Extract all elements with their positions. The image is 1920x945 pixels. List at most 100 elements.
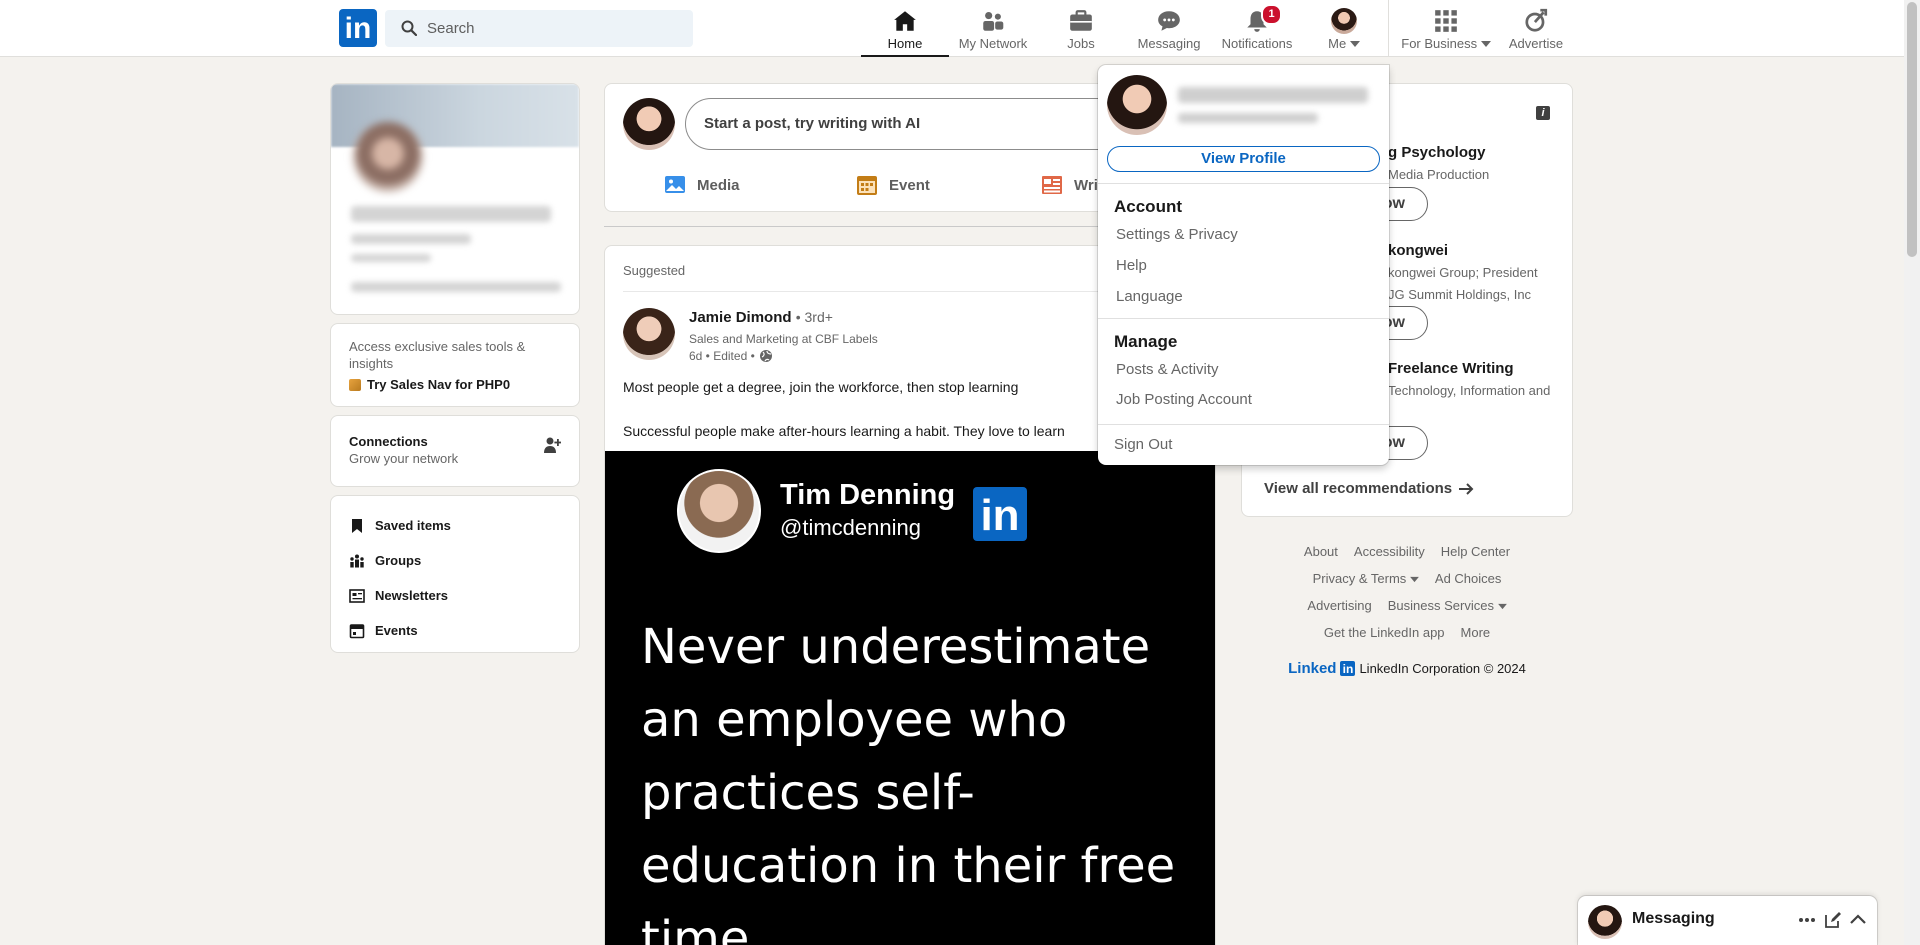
image-author-name: Tim Denning (780, 479, 956, 511)
compose-icon[interactable] (1823, 910, 1843, 930)
footer-link[interactable]: Business Services (1388, 598, 1507, 613)
compass-icon (1525, 8, 1548, 32)
groups-link[interactable]: Groups (349, 543, 561, 578)
nav-me-label: Me (1301, 36, 1387, 51)
nav-advertise[interactable]: Advertise (1496, 0, 1576, 57)
footer-link[interactable]: Advertising (1307, 598, 1371, 613)
search-box[interactable] (385, 10, 693, 47)
nav-me[interactable]: Me (1301, 0, 1387, 57)
newsletters-link[interactable]: Newsletters (349, 578, 561, 613)
copyright: Linked in LinkedIn Corporation © 2024 (1288, 659, 1526, 677)
nav-divider (1388, 0, 1389, 57)
post-text-line-1: Most people get a degree, join the workf… (623, 379, 1019, 395)
search-input[interactable] (427, 10, 677, 47)
caret-down-icon (1497, 603, 1507, 610)
job-posting-account-link[interactable]: Job Posting Account (1116, 391, 1252, 408)
image-author-photo (677, 469, 761, 553)
avatar (1331, 8, 1357, 34)
connections-subtitle: Grow your network (349, 451, 459, 466)
groups-icon (350, 554, 364, 567)
grid-icon (1435, 10, 1457, 32)
nav-my-network[interactable]: My Network (949, 0, 1037, 57)
suggested-label: Suggested (623, 263, 686, 278)
author-avatar[interactable] (623, 308, 675, 360)
top-nav: in Home My Network Jobs Messaging 1 Noti… (0, 0, 1904, 57)
image-quote: Never underestimate an employee who prac… (641, 619, 1176, 945)
language-link[interactable]: Language (1116, 288, 1183, 305)
settings-privacy-link[interactable]: Settings & Privacy (1116, 226, 1238, 243)
rec-title[interactable]: Freelance Writing (1388, 360, 1514, 377)
arrow-right-icon (1459, 482, 1474, 495)
nav-notifications[interactable]: 1 Notifications (1213, 0, 1301, 57)
author-name[interactable]: Jamie Dimond (689, 309, 792, 326)
linkedin-mini-logo: in (1340, 660, 1356, 676)
more-icon[interactable] (1797, 910, 1817, 930)
footer-link[interactable]: Ad Choices (1435, 571, 1501, 586)
globe-icon (759, 350, 772, 362)
nav-jobs[interactable]: Jobs (1037, 0, 1125, 57)
sales-nav-cta[interactable]: Try Sales Nav for PHP0 (349, 377, 561, 392)
rec-subtitle: Technology, Information and (1388, 383, 1551, 398)
dropdown-separator (1098, 318, 1389, 319)
nav-messaging[interactable]: Messaging (1125, 0, 1213, 57)
caret-down-icon (1349, 41, 1360, 47)
nav-notifications-label: Notifications (1221, 36, 1293, 51)
profile-company-blurred (351, 282, 561, 292)
post-image[interactable]: Tim Denning @timcdenning in Never undere… (605, 451, 1215, 945)
scrollbar-thumb[interactable] (1907, 2, 1917, 257)
author-line: Jamie Dimond • 3rd+ (689, 309, 833, 326)
info-icon[interactable]: i (1536, 106, 1550, 120)
help-link[interactable]: Help (1116, 257, 1147, 274)
me-dropdown: View Profile Account Settings & Privacy … (1098, 65, 1389, 465)
image-author-handle: @timcdenning (780, 515, 921, 540)
posts-activity-link[interactable]: Posts & Activity (1116, 361, 1219, 378)
shortcuts-card: Saved items Groups Newsletters Events (330, 495, 580, 653)
footer-link[interactable]: Get the LinkedIn app (1324, 625, 1445, 640)
profile-location-blurred (351, 254, 431, 262)
dropdown-avatar[interactable] (1107, 75, 1167, 135)
home-icon (894, 11, 916, 31)
dropdown-name-blurred (1178, 87, 1368, 103)
messaging-overlay[interactable]: Messaging (1578, 896, 1877, 945)
rec-subtitle: kongwei Group; President (1388, 265, 1538, 280)
sign-out-link[interactable]: Sign Out (1114, 436, 1172, 453)
share-avatar[interactable] (623, 98, 675, 150)
profile-card[interactable] (330, 83, 580, 315)
calendar-icon (349, 623, 365, 638)
rec-title[interactable]: g Psychology (1388, 144, 1486, 161)
nav-home[interactable]: Home (861, 0, 949, 57)
footer-link[interactable]: Accessibility (1354, 544, 1425, 559)
post-text-line-2: Successful people make after-hours learn… (623, 423, 1065, 439)
connections-card[interactable]: Connections Grow your network (330, 415, 580, 487)
add-person-icon (544, 437, 561, 453)
linkedin-logo: in (973, 487, 1027, 541)
events-link[interactable]: Events (349, 613, 561, 648)
saved-items-link[interactable]: Saved items (349, 508, 561, 543)
dropdown-headline-blurred (1178, 113, 1318, 123)
media-button[interactable]: Media (663, 162, 740, 208)
view-all-recommendations[interactable]: View all recommendations (1264, 480, 1474, 497)
rec-title[interactable]: kongwei (1388, 242, 1448, 259)
nav-for-business[interactable]: For Business (1396, 0, 1496, 57)
briefcase-icon (1070, 10, 1092, 31)
view-profile-button[interactable]: View Profile (1107, 146, 1380, 172)
event-button[interactable]: Event (855, 162, 930, 208)
connections-title: Connections (349, 434, 428, 449)
profile-photo[interactable] (353, 122, 423, 192)
chevron-up-icon[interactable] (1848, 910, 1868, 930)
linkedin-logo[interactable]: in (339, 9, 377, 47)
footer-link[interactable]: Privacy & Terms (1313, 571, 1419, 586)
network-icon (983, 12, 1004, 31)
footer-link[interactable]: More (1461, 625, 1491, 640)
sales-nav-card[interactable]: Access exclusive sales tools & insights … (330, 323, 580, 407)
notifications-badge: 1 (1261, 4, 1282, 25)
write-article-button[interactable]: Wri (1040, 162, 1098, 208)
rec-subtitle: JG Summit Holdings, Inc (1388, 287, 1532, 302)
search-icon (401, 20, 417, 36)
nav-advertise-label: Advertise (1508, 36, 1564, 51)
footer-link[interactable]: About (1304, 544, 1338, 559)
nav-for-business-label: For Business (1396, 36, 1496, 51)
sales-nav-description: Access exclusive sales tools & insights (349, 339, 526, 371)
footer-link[interactable]: Help Center (1441, 544, 1510, 559)
rec-subtitle: Media Production (1388, 167, 1490, 182)
